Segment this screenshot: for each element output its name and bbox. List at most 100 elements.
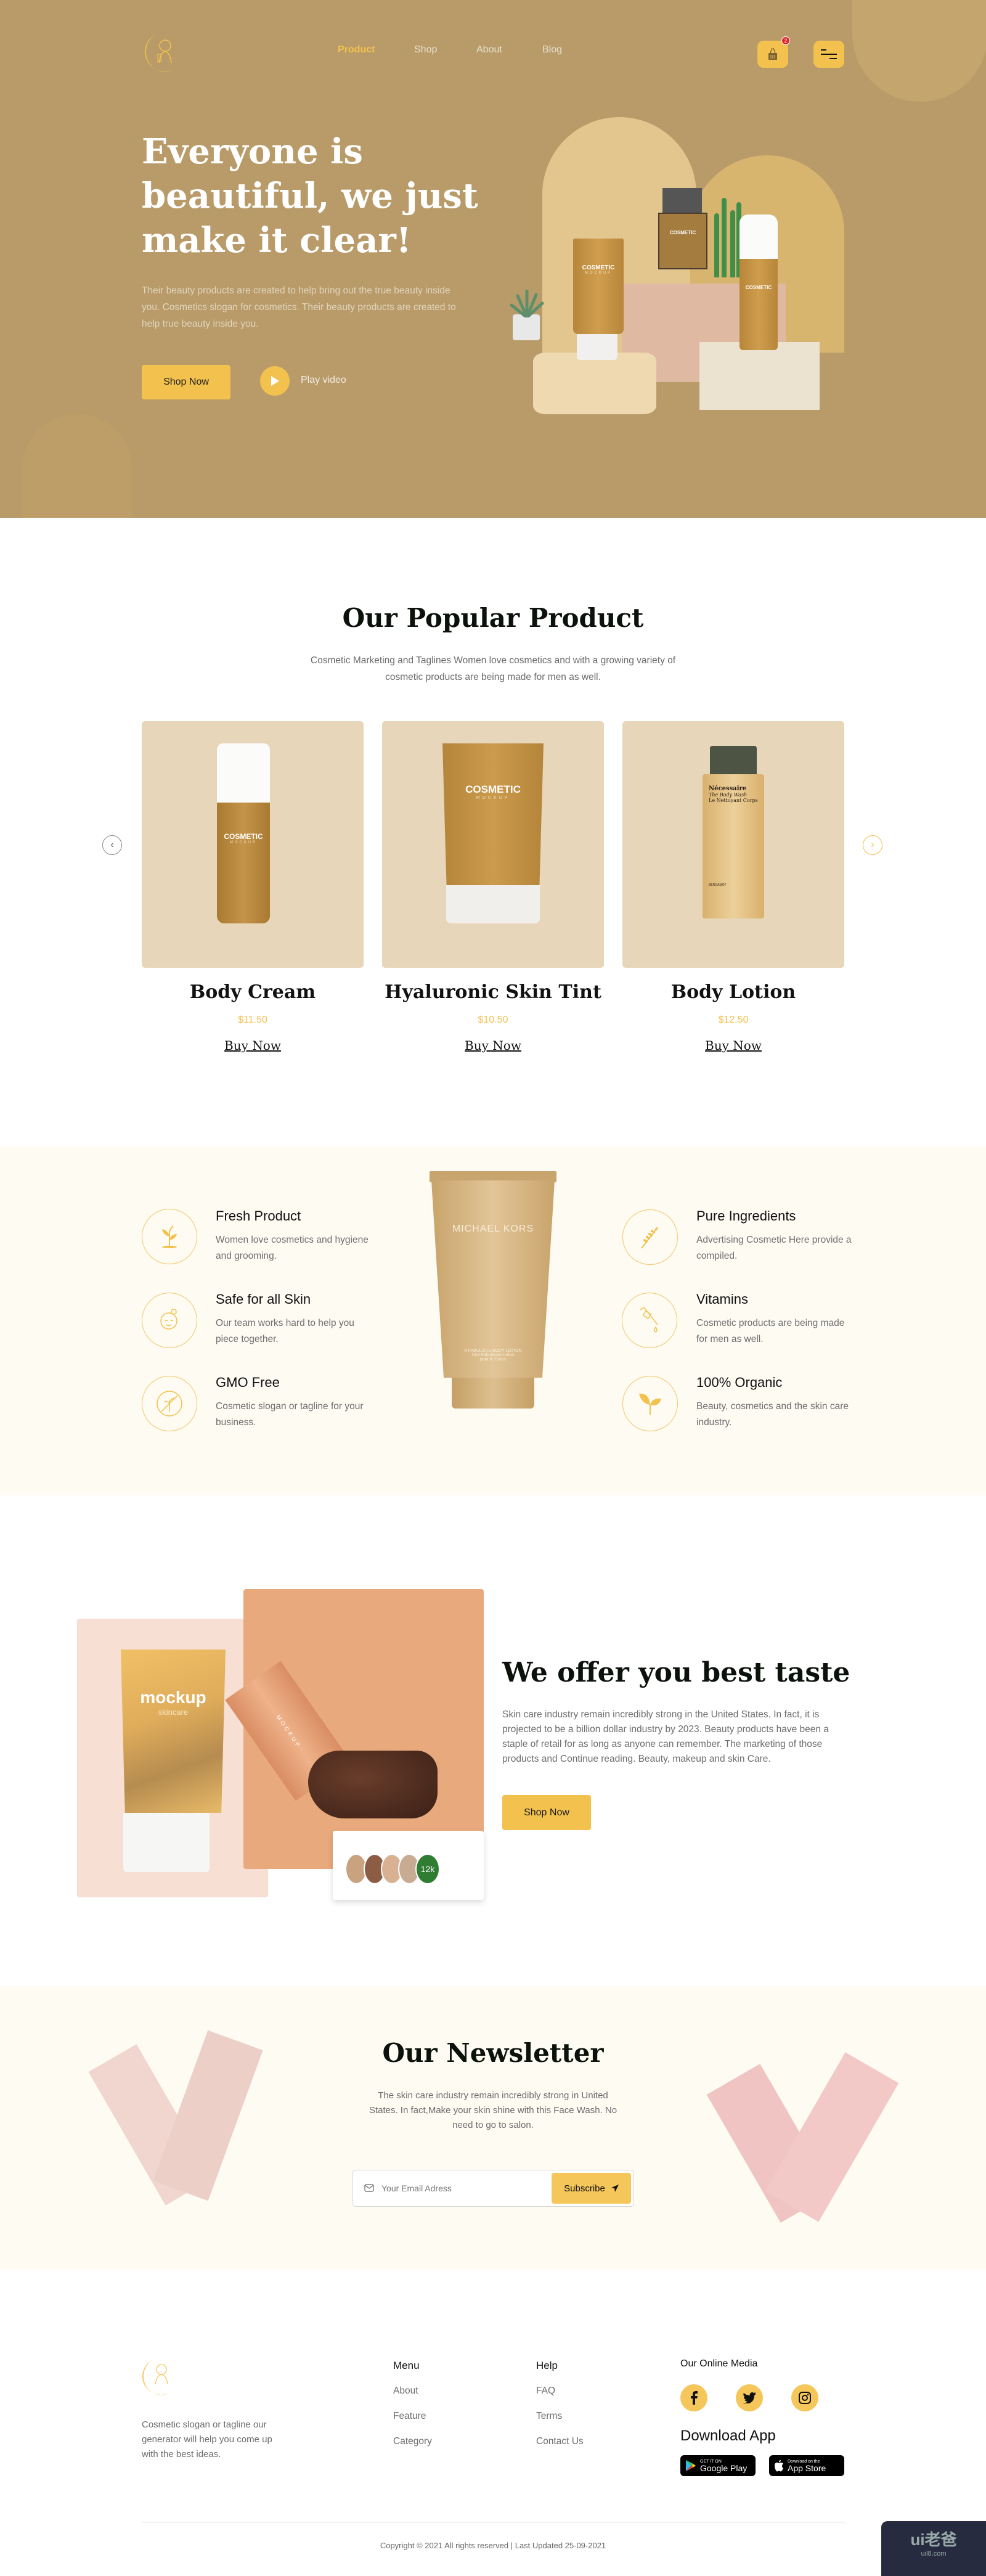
hero-title: Everyone is beautiful, we just make it c… <box>142 131 478 261</box>
product-card[interactable]: Nécessaire The Body Wash Le Nettoyant Co… <box>622 721 844 968</box>
product-price: $11.50 <box>238 1015 267 1025</box>
google-play-button[interactable]: GET IT ON Google Play <box>680 2455 756 2476</box>
brand-logo-icon[interactable] <box>141 32 177 73</box>
feature-icon-circle <box>142 1293 197 1348</box>
product-image: COSMETIC MOCKUP <box>217 803 270 923</box>
feature-icon-circle <box>142 1376 197 1431</box>
buy-now-link[interactable]: Buy Now <box>142 1038 364 1053</box>
footer-link-category[interactable]: Category <box>393 2436 432 2447</box>
footer-menu-title: Menu <box>393 2360 420 2371</box>
download-app-title: Download App <box>680 2427 776 2444</box>
twitter-button[interactable] <box>736 2384 763 2411</box>
leaf-icon <box>639 1393 661 1415</box>
tube-cap <box>446 885 540 923</box>
nav-shop[interactable]: Shop <box>414 44 437 55</box>
chocolate-pillow <box>308 1751 438 1818</box>
tube-cap <box>123 1813 210 1872</box>
plant-pot <box>513 314 540 340</box>
newsletter-title: Our Newsletter <box>382 2038 604 2068</box>
feature-title: GMO Free <box>216 1375 280 1390</box>
buy-now-link[interactable]: Buy Now <box>622 1038 844 1053</box>
cart-button[interactable] <box>757 41 788 68</box>
watermark-badge: ui老爸 uil8.com <box>881 2521 986 2576</box>
footer-link-terms[interactable]: Terms <box>536 2411 562 2422</box>
subscribe-button[interactable]: Subscribe <box>552 2173 631 2204</box>
perfume-bottle: COSMETIC <box>658 213 707 269</box>
feature-icon-circle <box>622 1293 677 1348</box>
carousel-next-button[interactable]: › <box>863 835 882 855</box>
copyright-text: Copyright © 2021 All rights reserved | L… <box>380 2541 606 2550</box>
nav-about[interactable]: About <box>476 44 502 55</box>
play-video-label[interactable]: Play video <box>301 375 346 386</box>
product-card[interactable]: COSMETIC MOCKUP <box>142 721 364 968</box>
decorative-blob <box>22 414 132 518</box>
email-input[interactable] <box>381 2178 536 2199</box>
footer-link-faq[interactable]: FAQ <box>536 2386 555 2397</box>
center-product-tube: MICHAEL KORS A FABULOUS BODY LOTION Une … <box>431 1180 555 1378</box>
product-card[interactable]: COSMETIC MOCKUP <box>382 721 604 968</box>
product-price: $12.50 <box>718 1015 749 1025</box>
footer-tagline: Cosmetic slogan or tagline our generator… <box>142 2419 272 2459</box>
feature-description: Cosmetic slogan or tagline for your busi… <box>216 1401 364 1428</box>
newsletter-form: Subscribe <box>352 2170 634 2207</box>
play-video-button[interactable] <box>260 366 290 396</box>
round-pedestal <box>533 353 656 414</box>
bottle-cap <box>740 215 778 259</box>
dropper-icon <box>640 1306 658 1333</box>
facebook-icon <box>691 2391 698 2405</box>
cosmetic-tube: COSMETIC MOCKUP <box>573 239 624 334</box>
mail-icon <box>364 2184 374 2192</box>
app-store-button[interactable]: Download on the App Store <box>769 2455 844 2476</box>
newsletter-description: The skin care industry remain incredibly… <box>369 2090 617 2130</box>
hero-section: Product Shop About Blog 2 Everyone is be… <box>0 0 986 518</box>
chevron-right-icon: › <box>871 840 874 850</box>
tube-cap <box>577 334 617 360</box>
customer-count-badge: 12k <box>415 1854 440 1884</box>
buy-now-link[interactable]: Buy Now <box>382 1038 604 1053</box>
nav-product[interactable]: Product <box>338 44 375 55</box>
feature-icon-circle <box>142 1209 197 1264</box>
feature-title: 100% Organic <box>696 1375 783 1390</box>
feature-title: Safe for all Skin <box>216 1291 311 1307</box>
bottle-cap <box>217 743 270 803</box>
nav-blog[interactable]: Blog <box>542 44 562 55</box>
no-gmo-icon <box>157 1391 182 1417</box>
menu-button[interactable] <box>813 41 844 68</box>
mockup-tube: mockup skincare <box>121 1650 226 1813</box>
popular-title: Our Popular Product <box>342 603 644 633</box>
footer-logo-icon <box>142 2360 169 2395</box>
play-icon <box>271 376 279 386</box>
feature-title: Fresh Product <box>216 1208 301 1224</box>
hamburger-menu-icon <box>821 49 837 59</box>
hero-product-scene: COSMETIC MOCKUP COSMETIC COSMETIC <box>505 105 924 450</box>
popular-subtitle: Cosmetic Marketing and Taglines Women lo… <box>310 655 676 682</box>
offer-description: Skin care industry remain incredibly str… <box>502 1709 829 1764</box>
decorative-blob <box>852 0 986 102</box>
footer-help-title: Help <box>536 2360 558 2371</box>
product-name: Hyaluronic Skin Tint <box>385 981 601 1003</box>
basket-icon <box>768 47 777 60</box>
feature-description: Cosmetic products are being made for men… <box>696 1318 845 1344</box>
product-price: $10.50 <box>478 1015 508 1025</box>
footer-link-about[interactable]: About <box>393 2386 418 2397</box>
instagram-button[interactable] <box>791 2384 818 2411</box>
footer-link-feature[interactable]: Feature <box>393 2411 426 2422</box>
hero-shop-now-button[interactable]: Shop Now <box>142 365 230 399</box>
cart-count-badge: 2 <box>781 36 790 45</box>
product-name: Body Lotion <box>670 981 796 1003</box>
apple-icon <box>775 2459 783 2471</box>
feature-title: Pure Ingredients <box>696 1208 796 1224</box>
carousel-prev-button[interactable]: ‹ <box>102 835 122 855</box>
cosmetic-bottle: COSMETIC <box>740 259 778 350</box>
twitter-icon <box>743 2392 756 2403</box>
footer-media-title: Our Online Media <box>680 2358 758 2369</box>
send-icon <box>611 2185 619 2192</box>
footer-link-contact[interactable]: Contact Us <box>536 2436 584 2447</box>
white-pedestal <box>699 342 820 410</box>
feature-icon-circle <box>622 1209 678 1265</box>
feature-title: Vitamins <box>696 1291 748 1307</box>
feature-description: Our team works hard to help you piece to… <box>216 1318 354 1344</box>
facebook-button[interactable] <box>680 2384 707 2411</box>
hero-description: Their beauty products are created to hel… <box>142 285 456 329</box>
offer-shop-now-button[interactable]: Shop Now <box>502 1795 591 1830</box>
